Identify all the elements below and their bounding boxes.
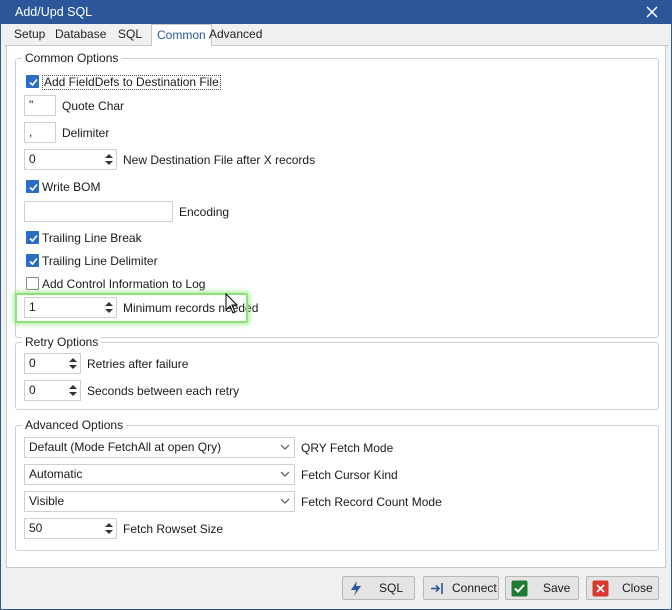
window-title: Add/Upd SQL (15, 5, 93, 19)
connect-button[interactable]: Connect (423, 576, 499, 600)
delimiter-label: Delimiter (62, 126, 110, 140)
seconds-spinner[interactable]: 0 (24, 380, 81, 401)
close-button-label: Close (622, 581, 653, 595)
fetch-cursor-kind-select[interactable]: Automatic (24, 464, 295, 485)
tab-sql[interactable]: SQL (113, 24, 147, 46)
checkmark-save-icon (511, 580, 528, 597)
encoding-label: Encoding (179, 205, 230, 219)
chevron-down-icon (280, 498, 290, 504)
close-x-icon (592, 580, 609, 597)
spinner-arrows-icon[interactable] (104, 299, 114, 316)
trailing-line-break-label: Trailing Line Break (42, 231, 142, 245)
add-control-info-label: Add Control Information to Log (42, 277, 206, 291)
tab-strip: Setup Database SQL Common Advanced (5, 24, 669, 47)
checkmark-icon (29, 234, 38, 243)
chevron-down-icon (280, 444, 290, 450)
add-fielddefs-label: Add FieldDefs to Destination File (42, 75, 221, 90)
connect-icon (431, 583, 443, 594)
chevron-down-icon (280, 471, 290, 477)
retry-options-title: Retry Options (22, 335, 102, 349)
fetch-cursor-kind-value: Automatic (29, 467, 83, 481)
retry-options-group: Retry Options (15, 335, 659, 410)
fetch-record-count-mode-select[interactable]: Visible (24, 491, 295, 512)
save-button-label: Save (543, 581, 571, 595)
tab-advanced[interactable]: Advanced (204, 24, 267, 46)
save-button[interactable]: Save (505, 576, 579, 600)
new-file-after-spinner[interactable]: 0 (24, 149, 117, 170)
trailing-line-delimiter-label: Trailing Line Delimiter (42, 254, 158, 268)
new-file-after-label: New Destination File after X records (123, 153, 316, 167)
dialog-window: Add/Upd SQL Setup Database SQL Common Ad… (0, 0, 672, 610)
connect-button-label: Connect (452, 581, 497, 595)
quote-char-label: Quote Char (62, 99, 125, 113)
spinner-arrows-icon[interactable] (68, 355, 78, 372)
new-file-after-value: 0 (29, 152, 36, 166)
fetch-record-count-mode-label: Fetch Record Count Mode (301, 495, 442, 509)
title-bar: Add/Upd SQL (1, 1, 671, 24)
fetch-record-count-mode-value: Visible (29, 494, 65, 508)
seconds-label: Seconds between each retry (87, 384, 240, 398)
min-records-value: 1 (29, 300, 36, 314)
quote-char-input[interactable]: " (24, 95, 56, 116)
lightning-icon (351, 581, 361, 596)
common-options-title: Common Options (22, 51, 122, 65)
retries-label: Retries after failure (87, 357, 189, 371)
qry-fetch-mode-value: Default (Mode FetchAll at open Qry) (29, 440, 222, 454)
add-control-info-checkbox[interactable] (26, 277, 39, 290)
qry-fetch-mode-label: QRY Fetch Mode (301, 441, 394, 455)
encoding-input[interactable] (24, 201, 173, 222)
spinner-arrows-icon[interactable] (68, 382, 78, 399)
checkmark-icon (29, 257, 38, 266)
tab-database[interactable]: Database (50, 24, 111, 46)
sql-button[interactable]: SQL (342, 576, 415, 600)
delimiter-input[interactable]: , (24, 122, 56, 143)
advanced-options-title: Advanced Options (22, 418, 127, 432)
close-window-icon[interactable] (643, 3, 661, 21)
checkmark-icon (29, 78, 38, 87)
seconds-value: 0 (29, 383, 36, 397)
retries-value: 0 (29, 356, 36, 370)
close-button[interactable]: Close (586, 576, 659, 600)
tab-setup[interactable]: Setup (9, 24, 50, 46)
common-tab-panel: Common Options Add FieldDefs to Destinat… (6, 46, 666, 568)
add-fielddefs-checkbox[interactable] (26, 75, 39, 88)
fetch-rowset-size-label: Fetch Rowset Size (123, 522, 224, 536)
sql-button-label: SQL (379, 581, 404, 595)
qry-fetch-mode-select[interactable]: Default (Mode FetchAll at open Qry) (24, 437, 295, 458)
min-records-spinner[interactable]: 1 (24, 297, 117, 318)
fetch-rowset-size-spinner[interactable]: 50 (24, 518, 117, 539)
trailing-line-break-checkbox[interactable] (26, 231, 39, 244)
fetch-cursor-kind-label: Fetch Cursor Kind (301, 468, 398, 482)
fetch-rowset-size-value: 50 (29, 521, 43, 535)
tab-common[interactable]: Common (151, 24, 212, 47)
write-bom-label: Write BOM (42, 180, 101, 194)
trailing-line-delimiter-checkbox[interactable] (26, 254, 39, 267)
mouse-cursor-icon (225, 293, 239, 314)
spinner-arrows-icon[interactable] (104, 520, 114, 537)
write-bom-checkbox[interactable] (26, 180, 39, 193)
checkmark-icon (29, 183, 38, 192)
retries-spinner[interactable]: 0 (24, 353, 81, 374)
spinner-arrows-icon[interactable] (104, 151, 114, 168)
